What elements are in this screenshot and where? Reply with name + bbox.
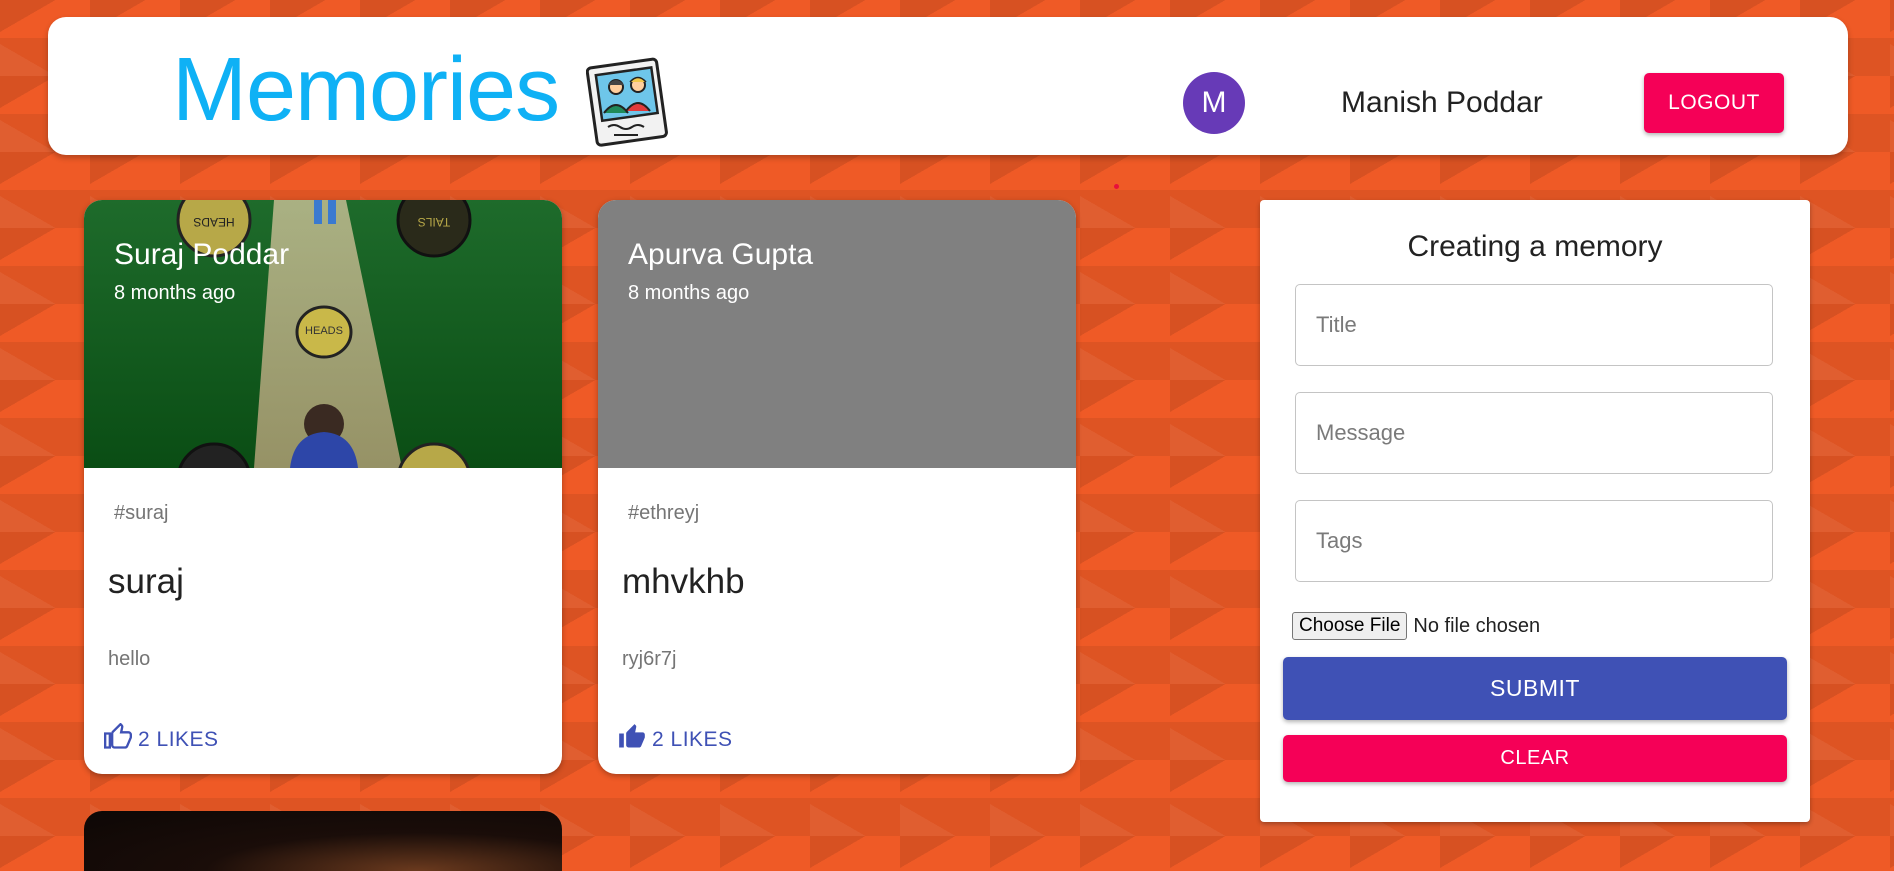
photo-memories-icon xyxy=(585,57,670,149)
logout-button[interactable]: LOGOUT xyxy=(1644,73,1784,133)
post-tags: #suraj xyxy=(114,502,169,524)
tags-field[interactable] xyxy=(1295,500,1773,582)
username: Manish Poddar xyxy=(1341,86,1543,119)
post-tags: #ethreyj xyxy=(628,502,700,524)
post-title: mhvkhb xyxy=(622,562,745,601)
post-time: 8 months ago xyxy=(628,282,750,304)
app-bar: Memories M Manish Poddar LOGOUT xyxy=(48,17,1848,155)
avatar[interactable]: M xyxy=(1183,72,1245,134)
thumb-up-filled-icon xyxy=(618,723,646,757)
svg-text:HEADS: HEADS xyxy=(193,215,234,229)
file-status: No file chosen xyxy=(1413,614,1541,637)
likes-count: 2 LIKES xyxy=(652,728,733,751)
title-field[interactable] xyxy=(1295,284,1773,366)
post-card-partial xyxy=(84,811,562,871)
decorative-dot xyxy=(1114,184,1119,189)
post-message: hello xyxy=(108,648,151,670)
like-button[interactable]: 2 LIKES xyxy=(104,720,219,760)
svg-text:TAILS: TAILS xyxy=(418,215,450,229)
post-author: Suraj Poddar xyxy=(114,238,290,271)
message-field[interactable] xyxy=(1295,392,1773,474)
like-button[interactable]: 2 LIKES xyxy=(618,720,733,760)
choose-file-button[interactable]: Choose File xyxy=(1292,612,1408,640)
file-picker: Choose File No file chosen xyxy=(1292,612,1540,640)
post-card: HEADS TAILS HEADS Suraj Poddar 8 months … xyxy=(84,200,562,774)
post-title: suraj xyxy=(108,562,184,601)
clear-button[interactable]: CLEAR xyxy=(1283,735,1787,782)
thumb-up-outline-icon xyxy=(104,722,132,757)
post-card: Apurva Gupta 8 months ago #ethreyj mhvkh… xyxy=(598,200,1076,774)
likes-count: 2 LIKES xyxy=(138,728,219,751)
memory-form: Creating a memory Choose File No file ch… xyxy=(1260,200,1810,822)
submit-button[interactable]: SUBMIT xyxy=(1283,657,1787,720)
svg-text:HEADS: HEADS xyxy=(305,325,343,337)
post-author: Apurva Gupta xyxy=(628,238,814,271)
form-heading: Creating a memory xyxy=(1407,230,1663,263)
post-time: 8 months ago xyxy=(114,282,236,304)
post-message: ryj6r7j xyxy=(622,648,677,670)
brand-title[interactable]: Memories xyxy=(172,45,560,135)
